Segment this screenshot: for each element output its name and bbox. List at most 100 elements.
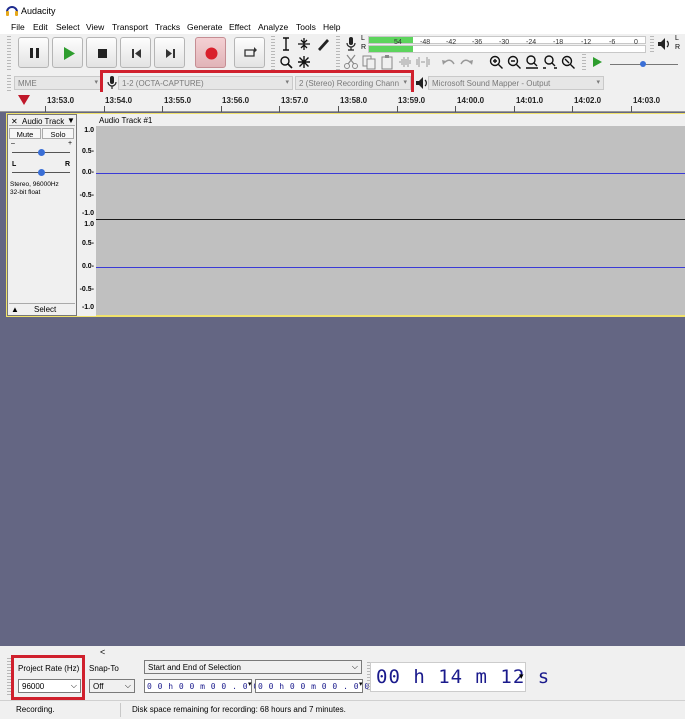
toolbar-grip[interactable]: [7, 36, 11, 70]
skip-to-end-button[interactable]: [154, 37, 185, 68]
menu-analyze[interactable]: Analyze: [258, 22, 288, 32]
menu-transport[interactable]: Transport: [112, 22, 148, 32]
collapse-icon[interactable]: ▲: [11, 305, 19, 314]
envelope-tool-button[interactable]: [296, 36, 312, 52]
record-meter-button[interactable]: [343, 36, 359, 52]
tools-grip[interactable]: [271, 36, 275, 70]
silence-button[interactable]: [415, 54, 431, 70]
play-at-speed-button[interactable]: [589, 54, 605, 70]
audio-position-display[interactable]: 00 h 14 m 12 s: [370, 662, 549, 692]
play-meter-grip[interactable]: [650, 36, 654, 52]
menu-edit[interactable]: Edit: [33, 22, 48, 32]
waveform-area[interactable]: [96, 126, 685, 315]
status-disk-space: Disk space remaining for recording: 68 h…: [132, 705, 346, 714]
chevron-down-icon: ▾: [285, 79, 289, 86]
track-menu-arrow-icon[interactable]: ▼: [67, 116, 75, 125]
selection-mode-value: Start and End of Selection: [148, 663, 241, 672]
multi-tool-button[interactable]: [296, 54, 312, 70]
selection-start-field[interactable]: 0 0 h 0 0 m 0 0 . 0 0 0 s: [144, 679, 279, 693]
playback-device-select[interactable]: Microsoft Sound Mapper - Output ▾: [428, 76, 604, 90]
track-control-panel[interactable]: ✕ Audio Track ▼ Mute Solo – + L R Stereo…: [7, 114, 77, 316]
menu-tools[interactable]: Tools: [296, 22, 316, 32]
record-meter-right: R: [361, 44, 367, 51]
menu-view[interactable]: View: [86, 22, 104, 32]
pan-slider-thumb[interactable]: [38, 169, 45, 176]
skip-to-start-button[interactable]: [120, 37, 151, 68]
play-meter-button[interactable]: [656, 36, 672, 52]
loop-button[interactable]: [234, 37, 265, 68]
audio-host-value: MME: [18, 79, 37, 88]
trim-audio-icon: [399, 57, 411, 67]
undo-button[interactable]: [440, 54, 456, 70]
menu-generate[interactable]: Generate: [187, 22, 222, 32]
record-button[interactable]: [195, 37, 226, 68]
paste-button[interactable]: [379, 54, 395, 70]
redo-button[interactable]: [459, 54, 475, 70]
audio-position-value: 00 h 14 m 12 s: [376, 666, 551, 688]
edit-grip[interactable]: [336, 54, 340, 70]
window-title: Audacity: [21, 6, 56, 16]
play-speed-thumb[interactable]: [640, 61, 646, 67]
selection-grip[interactable]: [7, 658, 11, 696]
chevron-down-icon[interactable]: ▾: [248, 680, 252, 688]
selection-end-field[interactable]: 0 0 h 0 0 m 0 0 . 0 0 0 s: [255, 679, 390, 693]
selection-tool-button[interactable]: [278, 36, 294, 52]
ibeam-icon: [283, 37, 289, 51]
draw-tool-button[interactable]: [315, 36, 331, 52]
menu-help[interactable]: Help: [323, 22, 340, 32]
meter-scale-label: -42: [446, 39, 457, 46]
asterisk-icon: [298, 56, 310, 68]
select-track-button[interactable]: Select: [34, 305, 56, 314]
meter-scale-label: -12: [581, 39, 592, 46]
solo-button[interactable]: Solo: [42, 128, 74, 139]
scissors-icon: [344, 54, 358, 69]
audio-host-select[interactable]: MME ▾: [14, 76, 102, 90]
cut-button[interactable]: [343, 54, 359, 70]
device-grip[interactable]: [7, 75, 11, 91]
magnifier-icon: [280, 56, 293, 69]
project-rate-select[interactable]: 96000 ⌵: [18, 679, 81, 693]
track-info: Stereo, 96000Hz 32-bit float: [10, 181, 59, 196]
record-meter-grip[interactable]: [336, 36, 340, 52]
track-menu-button[interactable]: Audio Track: [22, 117, 64, 126]
recording-channels-select[interactable]: 2 (Stereo) Recording Chann ▾: [295, 76, 411, 90]
vruler-label: 0.5-: [81, 148, 94, 155]
selection-mode-select[interactable]: Start and End of Selection ⌵: [144, 660, 362, 674]
recording-device-select[interactable]: 1-2 (OCTA-CAPTURE) ▾: [118, 76, 293, 90]
stop-icon: [98, 49, 107, 58]
chevron-down-icon[interactable]: ▾: [519, 671, 524, 682]
zoom-tool-button[interactable]: [278, 54, 294, 70]
horizontal-scroll-left-arrow[interactable]: <: [100, 647, 105, 657]
menu-effect[interactable]: Effect: [229, 22, 251, 32]
stop-button[interactable]: [86, 37, 117, 68]
chevron-down-icon: ⌵: [351, 662, 358, 671]
zoom-selection-icon: [526, 55, 538, 69]
record-level-left: [369, 37, 413, 43]
record-meter-left: L: [361, 35, 365, 42]
fit-project-button[interactable]: [542, 54, 558, 70]
chevron-down-icon[interactable]: ▾: [359, 680, 363, 688]
copy-icon: [362, 55, 376, 70]
fit-selection-button[interactable]: [524, 54, 540, 70]
menu-tracks[interactable]: Tracks: [155, 22, 180, 32]
menu-select[interactable]: Select: [56, 22, 80, 32]
chevron-down-icon: ▾: [403, 79, 407, 86]
trim-button[interactable]: [397, 54, 413, 70]
play-head-triangle-icon[interactable]: [18, 95, 30, 105]
waveform-line-left: [96, 173, 685, 174]
menu-file[interactable]: File: [11, 22, 25, 32]
mute-button[interactable]: Mute: [9, 128, 41, 139]
play-button[interactable]: [52, 37, 83, 68]
status-divider: [120, 703, 121, 717]
pause-button[interactable]: [18, 37, 49, 68]
zoom-toggle-button[interactable]: [560, 54, 576, 70]
track-name-bar[interactable]: Audio Track #1: [96, 114, 685, 126]
gain-slider-thumb[interactable]: [38, 149, 45, 156]
gain-plus-label: +: [68, 140, 73, 147]
snap-to-select[interactable]: Off ⌵: [89, 679, 135, 693]
zoom-in-button[interactable]: [488, 54, 504, 70]
zoom-out-button[interactable]: [506, 54, 522, 70]
copy-button[interactable]: [361, 54, 377, 70]
close-track-button[interactable]: ✕: [11, 117, 18, 126]
play-at-speed-grip[interactable]: [582, 54, 586, 70]
